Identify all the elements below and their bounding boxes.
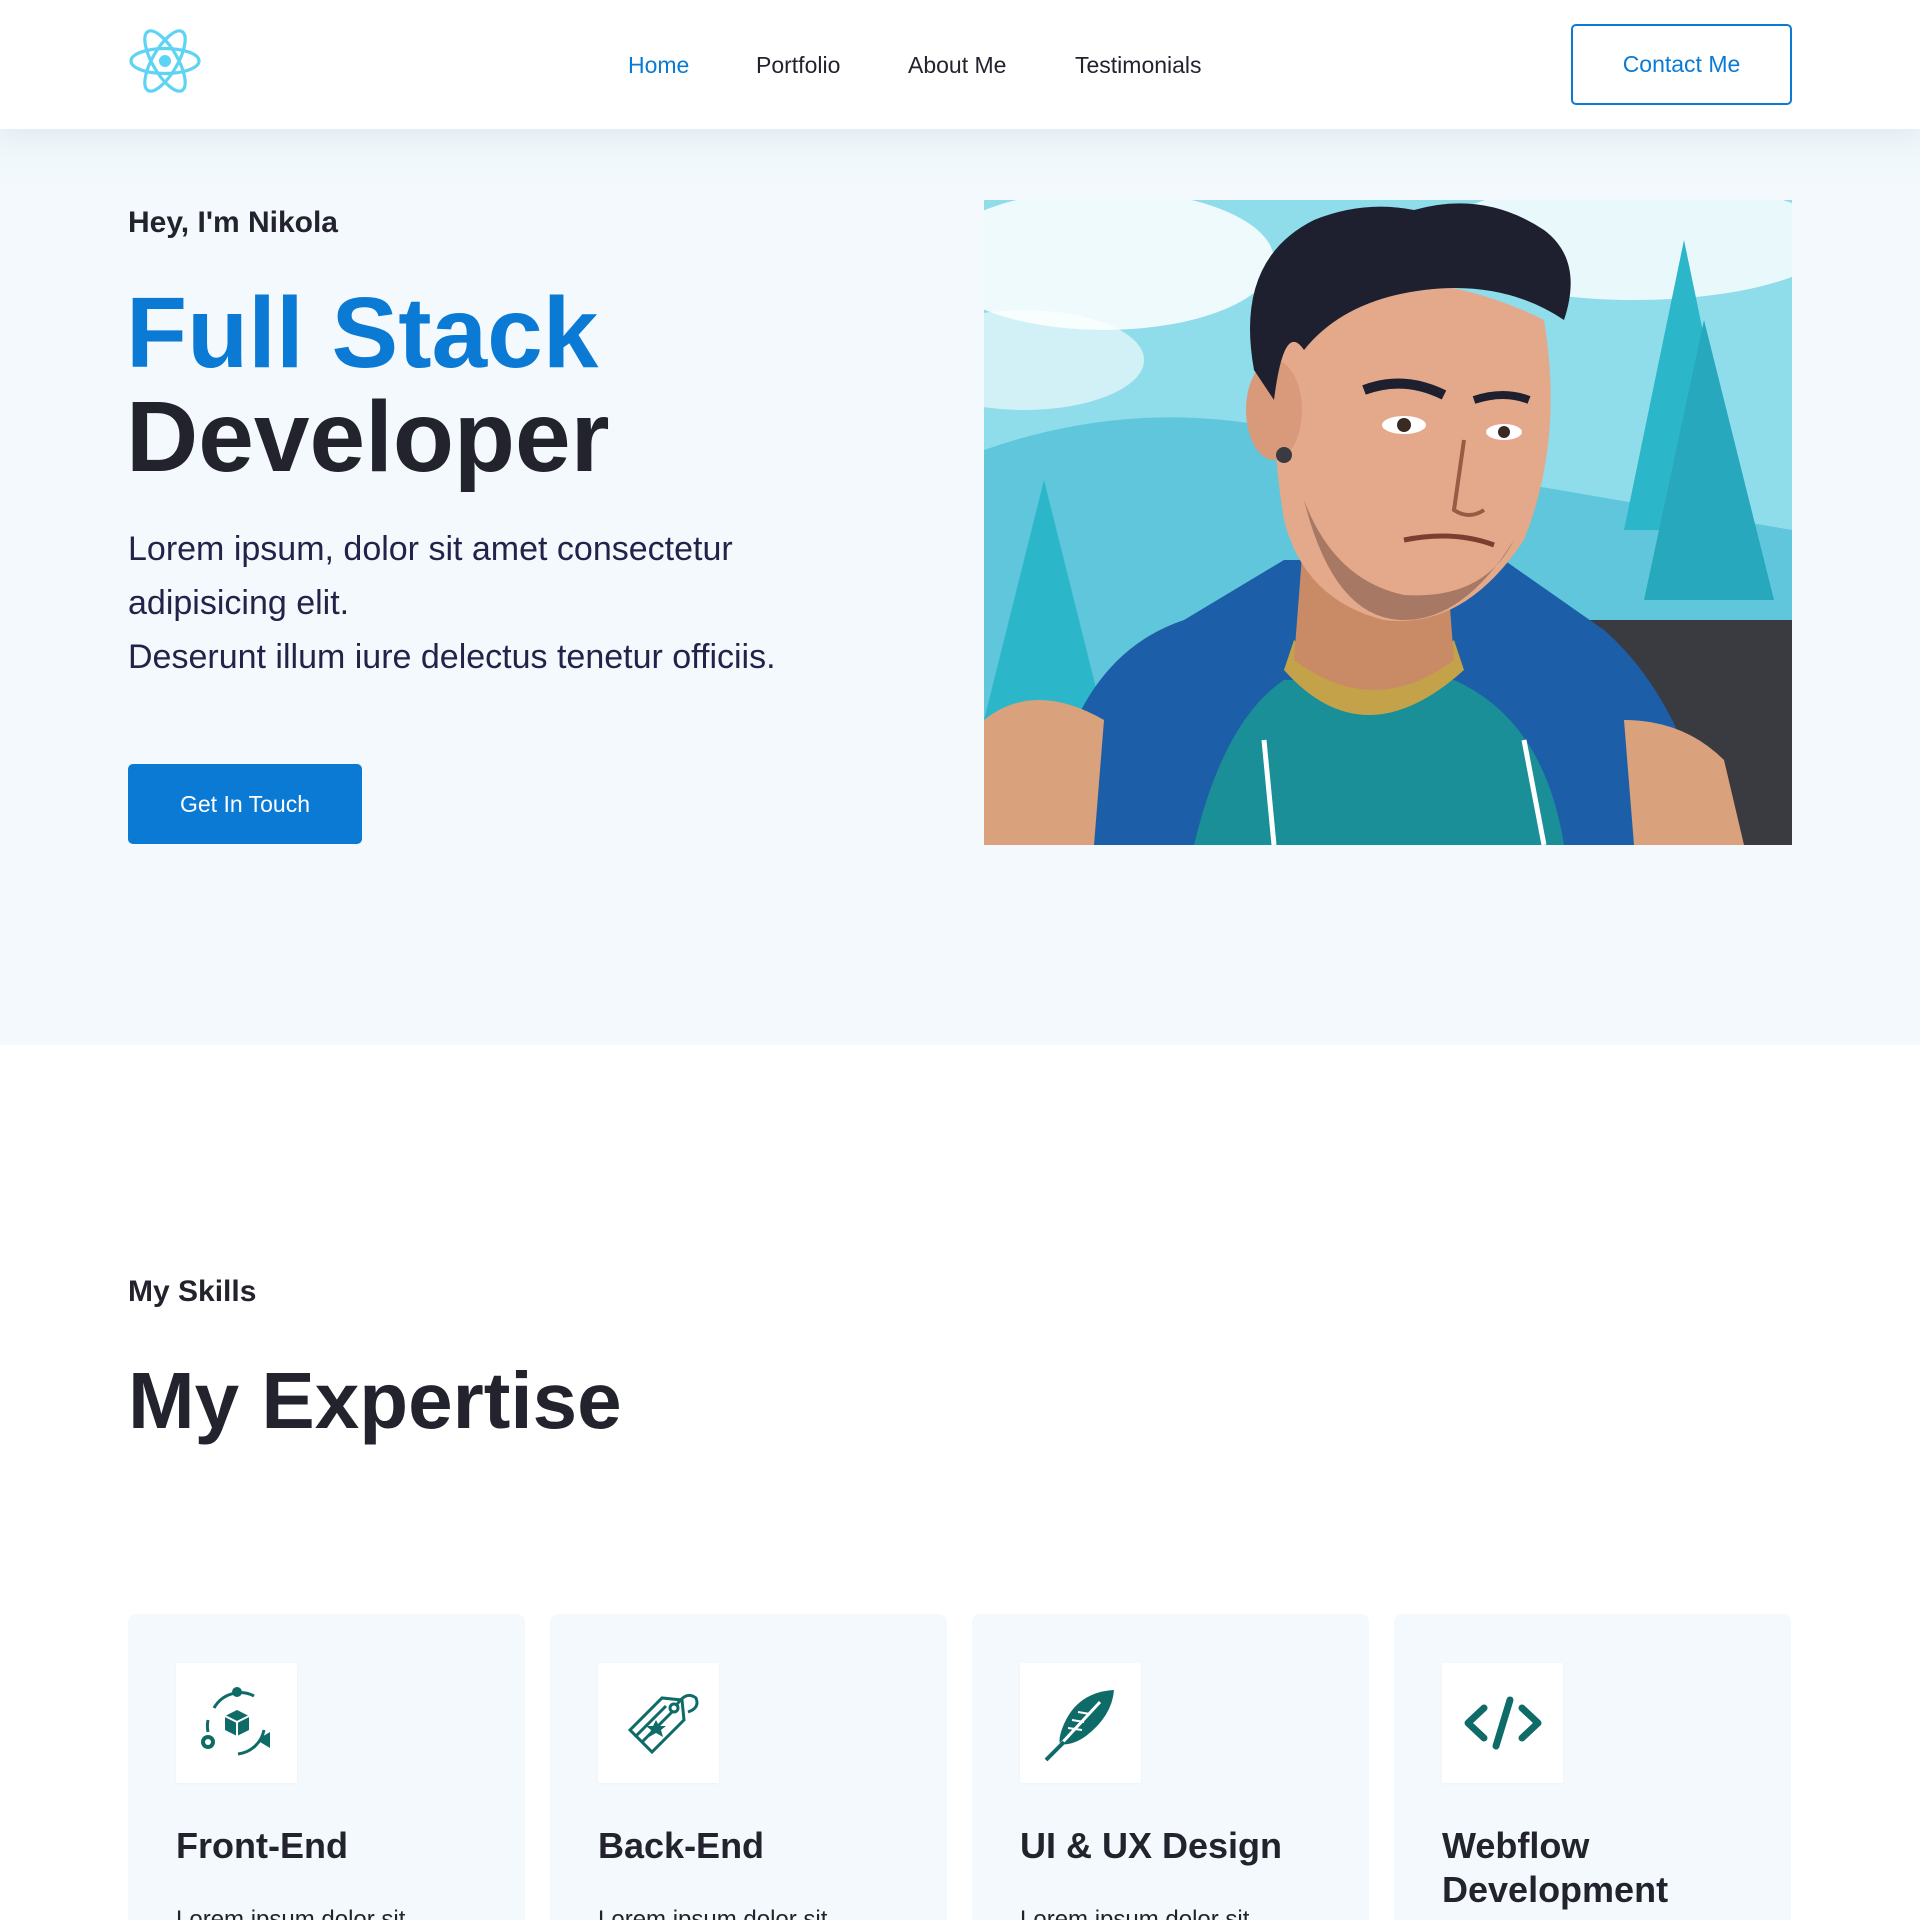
nav-home-link[interactable]: Home — [628, 52, 689, 78]
hero-section: Hey, I'm Nikola Full Stack Developer Lor… — [0, 129, 1920, 1045]
skill-card-text: Lorem ipsum dolor sit — [598, 1906, 828, 1920]
skill-icon-box — [1020, 1663, 1141, 1783]
skill-card-title: Back-End — [598, 1825, 765, 1866]
code-icon — [1464, 1696, 1541, 1750]
hero-description-line: Deserunt illum iure delectus tenetur off… — [128, 638, 776, 676]
skill-icon-box — [176, 1663, 297, 1783]
skill-icon-box — [598, 1663, 719, 1783]
nav-portfolio-link[interactable]: Portfolio — [756, 52, 840, 78]
nav-about-link[interactable]: About Me — [908, 52, 1006, 78]
hero-description: Lorem ipsum, dolor sit amet consectetur … — [128, 522, 888, 684]
skills-kicker: My Skills — [128, 1275, 257, 1308]
site-header: Home Portfolio About Me Testimonials Con… — [0, 0, 1920, 129]
price-tag-icon — [627, 1693, 698, 1755]
skill-card-text: Lorem ipsum dolor sit — [176, 1906, 406, 1920]
hero-portrait-image — [984, 200, 1792, 845]
skill-card-title: Webflow Development — [1442, 1825, 1669, 1910]
hero-title: Full Stack Developer — [126, 281, 610, 489]
portrait-illustration — [984, 200, 1792, 845]
hero-title-accent: Full Stack — [126, 277, 599, 389]
skill-card-webflow: Webflow Development — [1394, 1614, 1791, 1920]
hero-title-rest: Developer — [126, 381, 610, 493]
skills-title: My Expertise — [128, 1356, 622, 1445]
skill-card-front-end: Front-End Lorem ipsum dolor sit — [128, 1614, 525, 1920]
skill-card-back-end: Back-End Lorem ipsum dolor sit — [550, 1614, 947, 1920]
product-cycle-icon — [200, 1687, 270, 1756]
skill-card-title: Front-End — [176, 1825, 348, 1866]
get-in-touch-button[interactable]: Get In Touch — [128, 764, 362, 844]
skill-card-text: Lorem ipsum dolor sit — [1020, 1906, 1250, 1920]
feather-icon — [1044, 1690, 1114, 1762]
hero-description-line: Lorem ipsum, dolor sit amet consectetur — [128, 530, 733, 568]
skill-card-title: UI & UX Design — [1020, 1825, 1283, 1866]
contact-me-button[interactable]: Contact Me — [1571, 24, 1792, 105]
hero-greeting: Hey, I'm Nikola — [128, 206, 338, 239]
skill-icon-box — [1442, 1663, 1563, 1783]
hero-description-line: adipisicing elit. — [128, 584, 350, 622]
skill-card-ui-ux: UI & UX Design Lorem ipsum dolor sit — [972, 1614, 1369, 1920]
nav-testimonials-link[interactable]: Testimonials — [1075, 52, 1202, 78]
